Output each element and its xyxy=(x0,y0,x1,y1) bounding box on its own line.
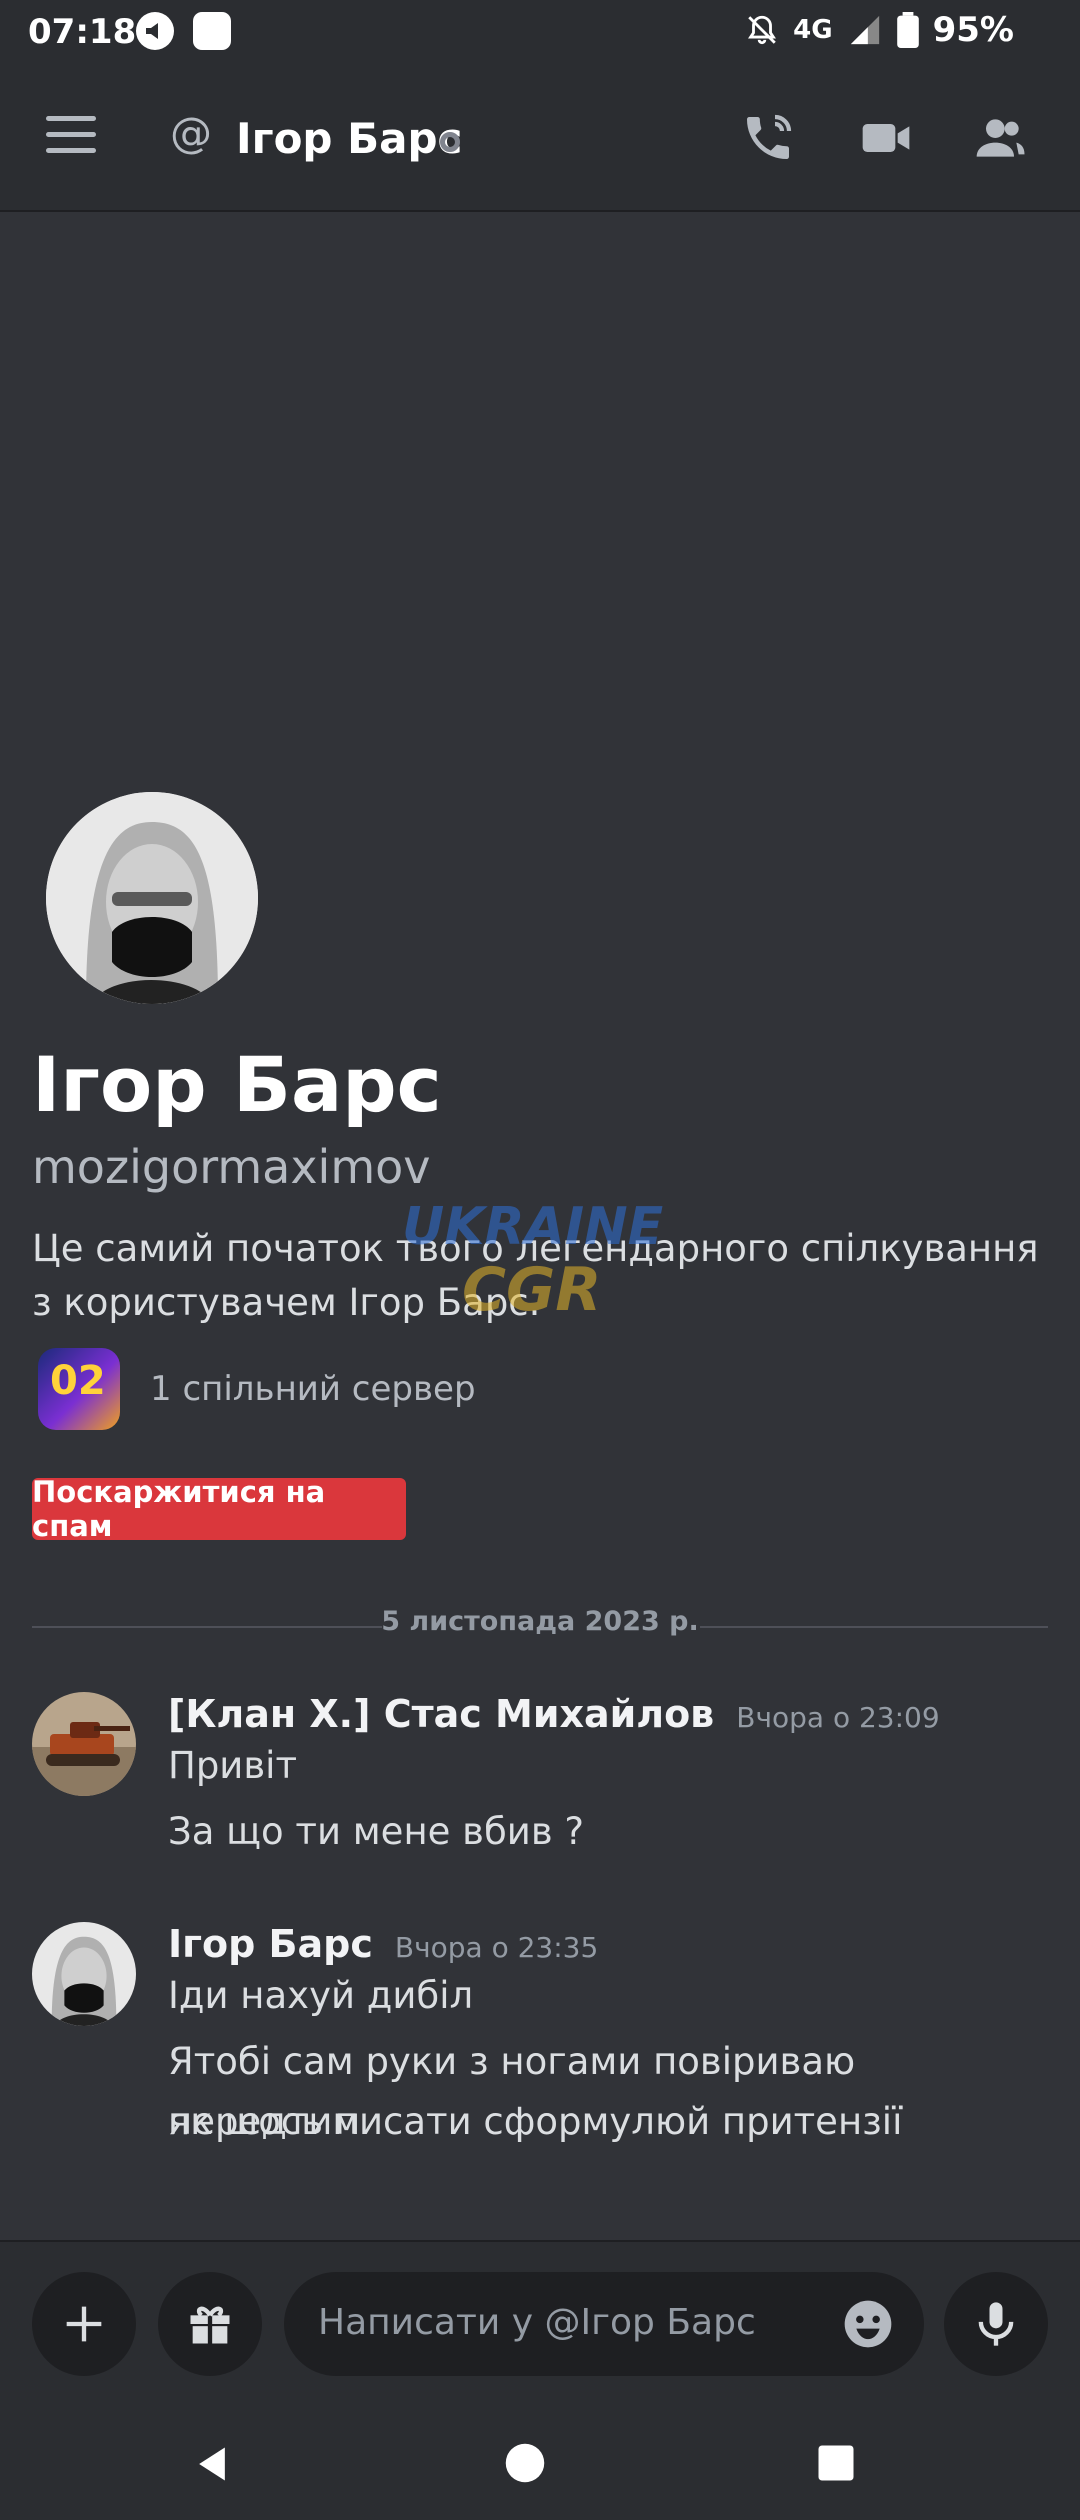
server-icon: 02 xyxy=(38,1348,120,1430)
notification-square-icon xyxy=(193,12,231,50)
message-group: Ігор Барс Вчора о 23:35 Іди нахуй дибіл … xyxy=(32,1922,1048,2162)
bell-muted-icon xyxy=(748,15,777,45)
message-composer: Написати у @Ігор Барс xyxy=(0,2240,1080,2406)
video-call-icon[interactable] xyxy=(856,110,916,166)
message-text: За що ти мене вбив ? xyxy=(168,1810,585,1853)
channel-title[interactable]: Ігор Барс xyxy=(236,114,462,163)
microphone-icon xyxy=(978,2302,1014,2346)
signal-icon xyxy=(850,15,879,45)
recents-icon[interactable] xyxy=(815,2442,857,2484)
svg-text:CGR: CGR xyxy=(462,1255,601,1325)
mutual-servers[interactable]: 02 1 спільний сервер xyxy=(38,1348,476,1430)
members-icon[interactable] xyxy=(970,110,1030,166)
plus-icon xyxy=(66,2306,102,2342)
date-divider: 5 листопада 2023 р. xyxy=(32,1606,1048,1646)
message-input-placeholder: Написати у @Ігор Барс xyxy=(318,2302,756,2343)
at-icon: @ xyxy=(170,108,212,157)
menu-icon[interactable] xyxy=(46,116,96,156)
mutual-servers-label: 1 спільний сервер xyxy=(150,1369,476,1409)
message-author[interactable]: [Клан Х.] Стас Михайлов xyxy=(168,1692,714,1736)
channel-header: @ Ігор Барс xyxy=(0,66,1080,212)
notification-app-icon xyxy=(136,12,174,50)
offline-status-icon xyxy=(440,132,460,152)
message-timestamp: Вчора о 23:35 xyxy=(394,1931,599,1964)
home-icon[interactable] xyxy=(504,2442,546,2484)
message-text: як шось писати сформулюй притензії xyxy=(168,2100,903,2143)
message-timestamp: Вчора о 23:09 xyxy=(736,1701,940,1734)
gift-icon xyxy=(190,2306,230,2344)
back-icon[interactable] xyxy=(190,2442,234,2486)
message-author[interactable]: Ігор Барс xyxy=(168,1922,373,1966)
battery-icon xyxy=(896,12,919,48)
date-divider-label: 5 листопада 2023 р. xyxy=(381,1606,699,1637)
gift-button[interactable] xyxy=(158,2272,262,2376)
message-text: Привіт xyxy=(168,1744,297,1787)
avatar[interactable] xyxy=(32,1692,136,1796)
avatar[interactable] xyxy=(32,1922,136,2026)
system-nav-bar xyxy=(0,2404,1080,2520)
add-attachment-button[interactable] xyxy=(32,2272,136,2376)
message-group: [Клан Х.] Стас Михайлов Вчора о 23:09 Пр… xyxy=(32,1692,1048,1872)
network-type: 4G xyxy=(793,15,833,45)
status-bar: 07:18 4G 95% xyxy=(0,0,1080,66)
message-text: Іди нахуй дибіл xyxy=(168,1974,474,2017)
profile-username: mozigormaximov xyxy=(32,1140,431,1194)
message-input[interactable]: Написати у @Ігор Барс xyxy=(284,2272,924,2376)
emoji-icon[interactable] xyxy=(840,2296,896,2352)
voice-call-icon[interactable] xyxy=(738,110,798,166)
status-time: 07:18 xyxy=(28,12,137,52)
profile-display-name: Ігор Барс xyxy=(32,1040,442,1129)
svg-text:UKRAINE: UKRAINE xyxy=(402,1197,663,1257)
watermark-logo: UKRAINE CGR xyxy=(402,1197,663,1325)
voice-message-button[interactable] xyxy=(944,2272,1048,2376)
report-spam-button[interactable]: Поскаржитися на спам xyxy=(32,1475,406,1543)
profile-avatar[interactable] xyxy=(46,792,258,1004)
battery-percent: 95% xyxy=(932,10,1014,50)
